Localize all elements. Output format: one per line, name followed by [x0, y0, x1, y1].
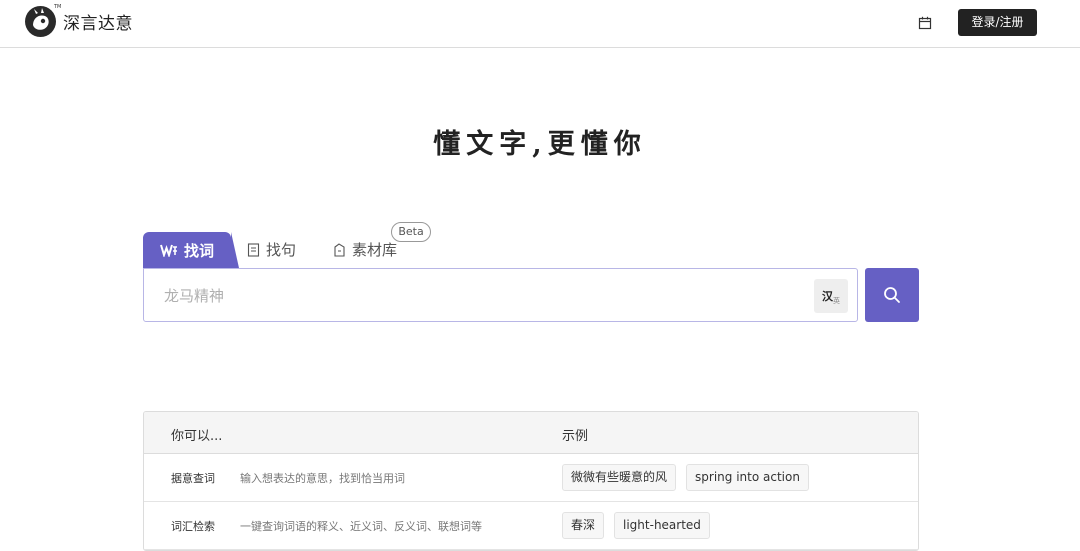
search-button[interactable]: [865, 268, 919, 322]
feature-name: 据意查词: [171, 472, 215, 485]
table-row: 据意查词 输入想表达的意思，找到恰当用词 微微有些暖意的风 spring int…: [144, 454, 918, 502]
login-register-button[interactable]: 登录/注册: [958, 9, 1037, 36]
tab-find-sentence[interactable]: 找句: [247, 239, 296, 260]
trademark-mark: TM: [54, 4, 62, 10]
tab-label: 找句: [266, 241, 297, 259]
example-list: 微微有些暖意的风 spring into action: [562, 464, 809, 491]
tab-label: 素材库: [352, 241, 398, 259]
feature-description: 输入想表达的意思，找到恰当用词: [240, 472, 405, 485]
bookmark-icon: [334, 242, 345, 257]
tab-material-library[interactable]: 素材库: [333, 239, 397, 260]
column-header-examples: 示例: [562, 429, 589, 444]
column-header-you-can: 你可以...: [171, 429, 223, 444]
language-toggle-label: 汉: [822, 290, 833, 303]
search-box: 汉 英: [143, 268, 858, 322]
calendar-icon[interactable]: [917, 15, 933, 31]
example-chip[interactable]: 微微有些暖意的风: [562, 464, 677, 491]
language-toggle-button[interactable]: 汉 英: [814, 279, 848, 313]
language-toggle-sub: 英: [833, 297, 840, 305]
tab-label: 找词: [183, 241, 214, 260]
table-row: 词汇检索 一键查询词语的释义、近义词、反义词、联想词等 春深 light-hea…: [144, 502, 918, 550]
feature-description: 一键查询词语的释义、近义词、反义词、联想词等: [240, 520, 482, 533]
document-icon: [247, 242, 260, 257]
tab-find-word[interactable]: 找词: [143, 232, 239, 268]
beta-badge: Beta: [391, 222, 431, 242]
top-header: TM 深言达意 登录/注册: [0, 0, 1080, 48]
logo-icon: [25, 6, 56, 37]
word-icon: [160, 244, 177, 257]
feature-name: 词汇检索: [171, 520, 215, 533]
example-chip[interactable]: light-hearted: [614, 512, 710, 539]
example-list: 春深 light-hearted: [562, 512, 710, 539]
page-slogan: 懂文字,更懂你: [433, 129, 647, 160]
table-header: 你可以... 示例: [144, 412, 918, 454]
feature-table: 你可以... 示例 据意查词 输入想表达的意思，找到恰当用词 微微有些暖意的风 …: [143, 411, 919, 551]
logo[interactable]: TM 深言达意: [24, 4, 133, 38]
search-input[interactable]: [164, 284, 784, 308]
example-chip[interactable]: 春深: [562, 512, 605, 539]
logo-text: 深言达意: [63, 14, 133, 34]
search-icon: [884, 287, 900, 303]
example-chip[interactable]: spring into action: [686, 464, 809, 491]
